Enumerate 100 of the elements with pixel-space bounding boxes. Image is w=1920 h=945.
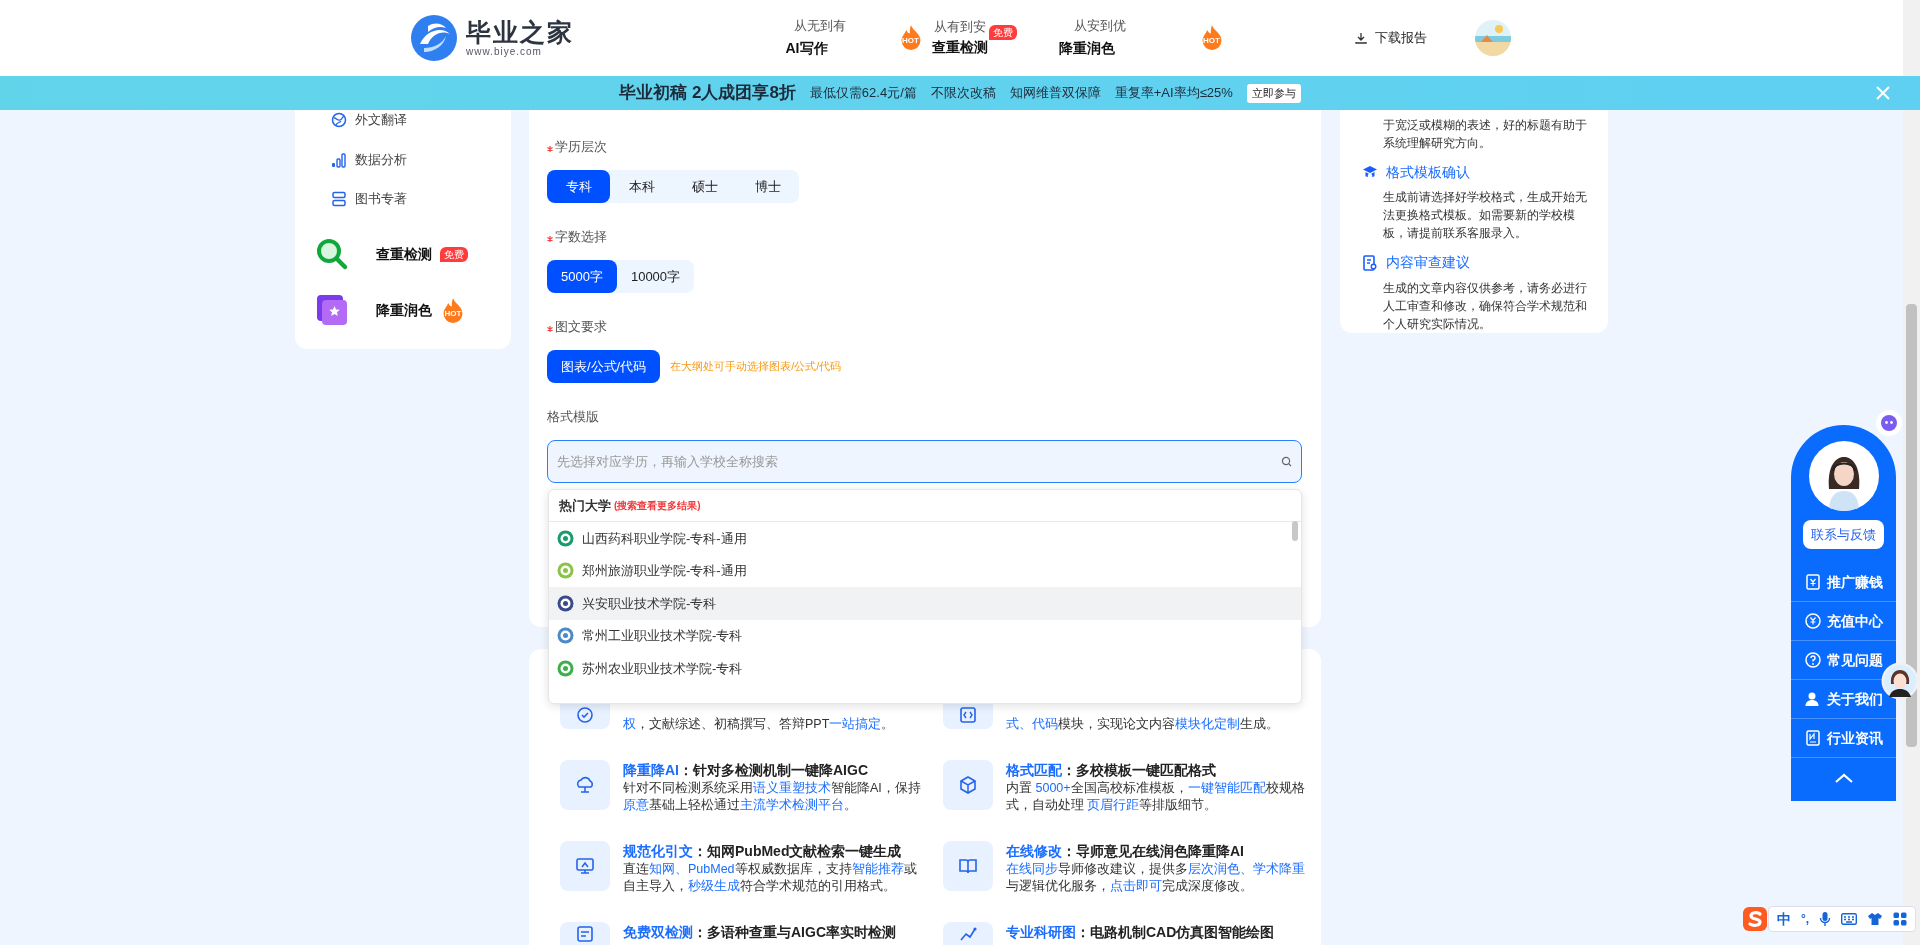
dropdown-option[interactable]: 兴安职业技术学院-专科: [549, 587, 1301, 620]
option-label: 郑州旅游职业学院-专科-通用: [582, 562, 747, 580]
promo-perk: 重复率+AI率均≤25%: [1114, 84, 1233, 103]
download-report-button[interactable]: 下载报告: [1355, 28, 1427, 48]
widget-menu-item[interactable]: 常见问题: [1804, 649, 1883, 671]
dropdown-option[interactable]: 山西药科职业学院-专科-通用: [549, 522, 1301, 555]
feature-description: 内置 5000+全国高校标准模板，一键智能匹配校规格式，自动处理 页眉行距等排版细节。: [1006, 780, 1306, 814]
bar-chart-icon: [331, 151, 347, 168]
feature-description: 在线同步导师修改建议，提供多层次润色、学术降重 与逻辑优化服务，点击即可完成深度修改。: [1006, 861, 1306, 895]
sidebar-item[interactable]: 外文翻译: [295, 110, 511, 130]
globe-icon: [331, 112, 347, 128]
option-button[interactable]: 博士: [736, 170, 799, 203]
join-now-button[interactable]: 立即参与: [1246, 83, 1301, 103]
logo-name: 毕业之家: [466, 18, 574, 46]
stack-icon: [331, 190, 347, 207]
feature-description: 权，文献综述、初稿撰写、答辩PPT一站搞定。: [623, 716, 896, 733]
promo-perk: 最低仅需62.4元/篇: [809, 84, 917, 103]
free-badge: 免费: [440, 246, 468, 262]
school-emblem-icon: [557, 594, 574, 612]
feature-title: 格式匹配：多校模板一键匹配格式: [1006, 761, 1217, 780]
tip-text: 生成前请选择好学校格式，生成开始无法更换格式模板。如需要新的学校模板，请提前联系客服录入。: [1383, 190, 1588, 242]
chevron-up-icon: [1834, 773, 1853, 783]
microphone-icon[interactable]: [1819, 911, 1832, 927]
star-card-icon: [315, 293, 349, 327]
feature-icon: [959, 776, 977, 794]
option-button[interactable]: 硕士: [673, 170, 736, 203]
feature-icon: [576, 925, 594, 943]
option-button[interactable]: 图表/公式/代码: [547, 350, 661, 383]
feature-icon: [576, 706, 594, 724]
option-label: 苏州农业职业技术学院-专科: [582, 659, 743, 678]
input-mode-toggle[interactable]: 中: [1777, 908, 1791, 930]
sidebar-label: 查重检测: [376, 244, 432, 264]
input-method-logo-icon[interactable]: [1742, 906, 1768, 932]
list-scrollbar[interactable]: [1292, 521, 1298, 541]
sidebar-label: 降重润色: [376, 300, 432, 320]
widget-menu-item[interactable]: 充值中心: [1804, 610, 1883, 632]
document-search-icon: [1362, 255, 1378, 272]
feature-icon: [576, 776, 594, 794]
search-field[interactable]: 先选择对应学历，再输入学校全称搜索: [547, 440, 1302, 483]
feature-title: 在线修改：导师意见在线润色降重降AI: [1006, 842, 1245, 861]
sidebar-item[interactable]: 图书专著: [295, 179, 511, 218]
punctuation-toggle[interactable]: °,: [1801, 910, 1810, 928]
feature-title: 降重降AI：针对多检测机制一键降AIGC: [623, 761, 869, 780]
free-badge: 免费: [989, 24, 1017, 40]
widget-menu-item[interactable]: 推广赚钱: [1804, 571, 1883, 593]
logo-url: www.biye.com: [466, 46, 543, 58]
promo-headline: 毕业初稿 2人成团享8折: [619, 82, 796, 105]
nav-caption: 从安到优: [1074, 16, 1126, 34]
widget-menu-item[interactable]: 关于我们: [1804, 688, 1883, 710]
tip-text: 于宽泛或模糊的表述，好的标题有助于系统理解研究方向。: [1383, 118, 1588, 151]
field-label: 格式模版: [547, 408, 599, 427]
logo-icon: [410, 14, 458, 62]
nav-link[interactable]: 降重润色: [1058, 39, 1115, 56]
grid-icon[interactable]: [1893, 912, 1908, 926]
feature-icon: [959, 857, 977, 875]
feature-icon: [576, 857, 594, 875]
scrollbar[interactable]: [1903, 0, 1920, 945]
dropdown-option[interactable]: 郑州旅游职业学院-专科-通用: [549, 554, 1301, 587]
feature-title: 免费双检测：多语种查重与AIGC率实时检测: [623, 923, 897, 942]
promo-perk: 知网维普双保障: [1009, 84, 1101, 103]
feature-title: 专业科研图：电路机制CAD仿真图智能绘图: [1006, 923, 1276, 942]
field-label: 图文要求: [555, 318, 607, 337]
tip-text: 生成的文章内容仅供参考，请务必进行人工审查和修改，确保符合学术规范和个人研究实际情况。: [1383, 280, 1588, 332]
promo-perk: 不限次改稿: [930, 84, 996, 103]
option-label: 山西药科职业学院-专科-通用: [582, 529, 747, 548]
dropdown-note: (搜索查看更多结果): [614, 499, 701, 513]
widget-menu-item[interactable]: 行业资讯: [1804, 727, 1883, 749]
option-button[interactable]: 10000字: [616, 260, 695, 293]
nav-link[interactable]: 查重检测: [932, 38, 988, 55]
tip-heading: 格式模板确认: [1386, 164, 1470, 182]
keyboard-icon[interactable]: [1841, 913, 1858, 925]
sidebar-item[interactable]: 数据分析: [295, 140, 511, 179]
option-button[interactable]: 本科: [610, 170, 673, 203]
assistant-bot-icon[interactable]: [1876, 410, 1902, 436]
tip-heading: 内容审查建议: [1386, 254, 1470, 273]
school-emblem-icon: [557, 562, 574, 580]
contact-feedback-button[interactable]: 联系与反馈: [1803, 520, 1884, 549]
assistant-avatar[interactable]: [1881, 662, 1919, 700]
feature-description: 式、代码模块，实现论文内容模块化定制生成。: [1006, 716, 1280, 733]
option-button[interactable]: 专科: [547, 170, 610, 203]
field-label: 学历层次: [555, 138, 607, 157]
dropdown-option[interactable]: 苏州农业职业技术学院-专科: [549, 652, 1301, 685]
dropdown-heading: 热门大学: [559, 496, 611, 515]
sidebar-item[interactable]: 降重润色 HOT: [295, 282, 511, 338]
feature-icon: [959, 706, 977, 724]
feature-icon: [959, 925, 977, 943]
nav-link[interactable]: AI写作: [785, 39, 828, 56]
magnifier-icon: [315, 237, 349, 271]
download-icon: [1355, 32, 1367, 44]
help-icon: [1804, 651, 1822, 669]
dropdown-option[interactable]: 常州工业职业技术学院-专科: [549, 619, 1301, 652]
nav-caption: 从有到安: [934, 17, 986, 35]
school-emblem-icon: [557, 659, 574, 677]
search-icon: [1281, 456, 1292, 467]
option-button[interactable]: 5000字: [547, 260, 617, 293]
sidebar-item[interactable]: 查重检测 免费: [295, 226, 511, 282]
news-icon: [1804, 729, 1822, 747]
feature-description: 针对不同检测系统采用语义重塑技术智能降AI，保持 原意基础上轻松通过主流学术检测平台。: [623, 780, 922, 814]
shirt-icon[interactable]: [1867, 912, 1884, 926]
school-emblem-icon: [557, 627, 574, 645]
